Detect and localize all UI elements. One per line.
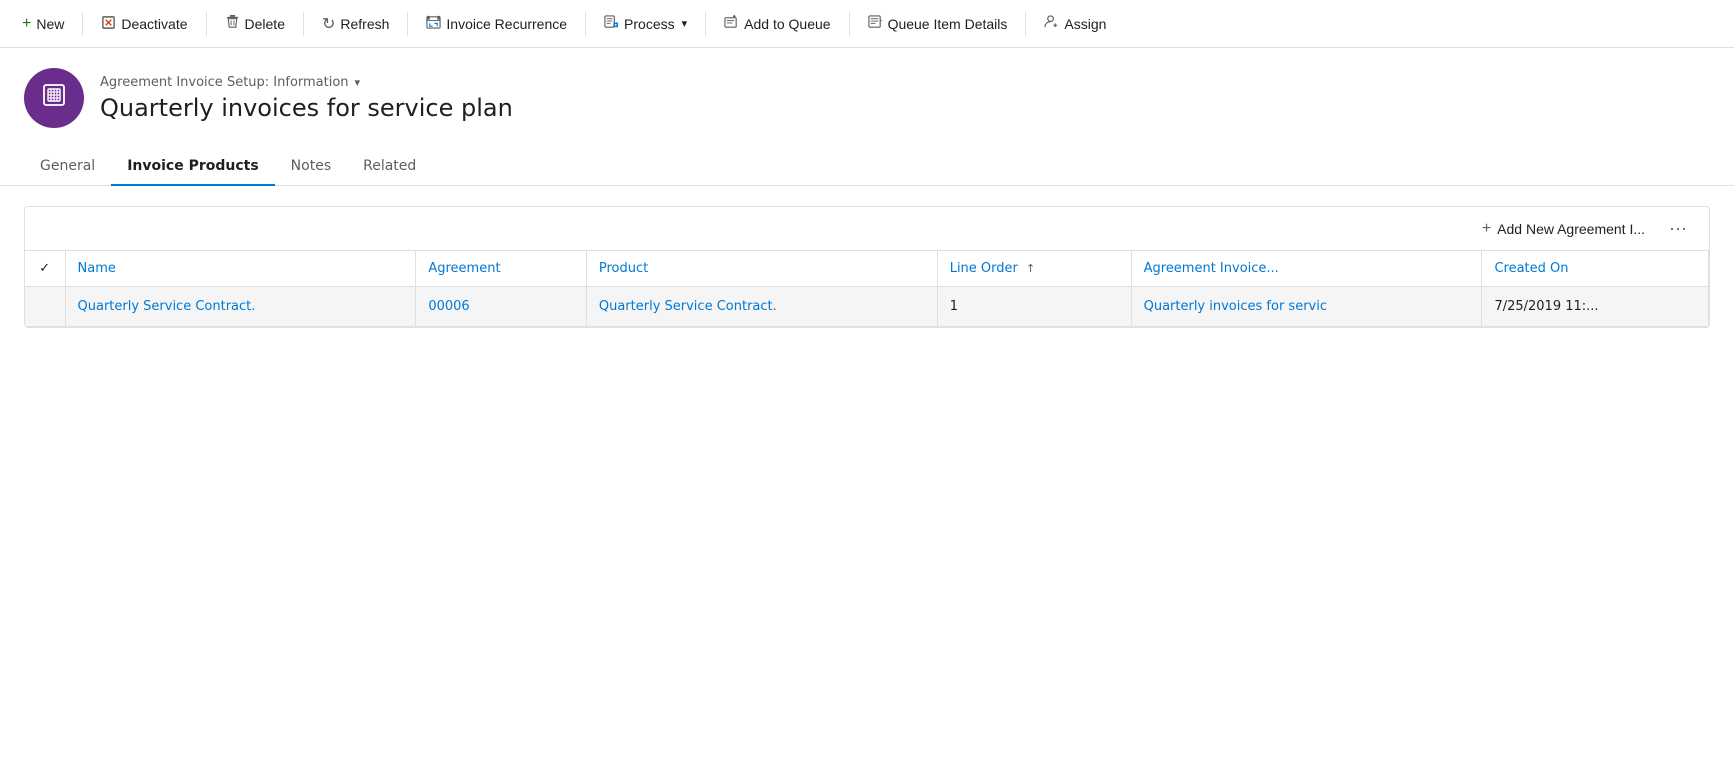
divider-1	[82, 12, 83, 36]
process-chevron-icon: ▾	[682, 17, 688, 30]
refresh-label: Refresh	[340, 16, 389, 32]
row-name-cell[interactable]: Quarterly Service Contract.	[65, 287, 416, 327]
divider-5	[585, 12, 586, 36]
process-label: Process	[624, 16, 675, 32]
divider-7	[849, 12, 850, 36]
add-new-icon: +	[1482, 220, 1491, 238]
content-area: + Add New Agreement I... ··· ✓ Name Agre…	[0, 186, 1734, 348]
invoice-recurrence-label: Invoice Recurrence	[446, 16, 567, 32]
row-agreement-invoice-cell[interactable]: Quarterly invoices for servic	[1131, 287, 1482, 327]
invoice-recurrence-icon	[426, 14, 441, 33]
check-icon: ✓	[39, 261, 50, 276]
queue-item-details-icon	[868, 14, 883, 33]
assign-icon	[1044, 14, 1059, 33]
col-product[interactable]: Product	[586, 251, 937, 287]
deactivate-button[interactable]: Deactivate	[91, 9, 197, 39]
col-agreement-invoice[interactable]: Agreement Invoice...	[1131, 251, 1482, 287]
queue-item-details-button[interactable]: Queue Item Details	[858, 8, 1018, 39]
new-icon: +	[22, 15, 31, 33]
refresh-icon: ↻	[322, 14, 335, 34]
more-options-button[interactable]: ···	[1663, 216, 1693, 241]
divider-8	[1025, 12, 1026, 36]
breadcrumb-chevron-icon: ▾	[355, 76, 361, 89]
row-product-cell[interactable]: Quarterly Service Contract.	[586, 287, 937, 327]
delete-button[interactable]: Delete	[215, 8, 295, 39]
ellipsis-icon: ···	[1669, 218, 1687, 238]
line-order-sort-icon: ↑	[1026, 262, 1035, 275]
add-new-label: Add New Agreement I...	[1497, 221, 1645, 237]
add-to-queue-label: Add to Queue	[744, 16, 830, 32]
col-check[interactable]: ✓	[25, 251, 65, 287]
record-header: Agreement Invoice Setup: Information ▾ Q…	[0, 48, 1734, 138]
deactivate-label: Deactivate	[121, 16, 187, 32]
process-button[interactable]: Process ▾	[594, 8, 697, 39]
table-row[interactable]: Quarterly Service Contract. 00006 Quarte…	[25, 287, 1709, 327]
row-check-cell	[25, 287, 65, 327]
list-header-bar: + Add New Agreement I... ···	[25, 207, 1709, 251]
tab-general[interactable]: General	[24, 148, 111, 186]
delete-label: Delete	[245, 16, 285, 32]
process-icon	[604, 14, 619, 33]
invoice-recurrence-button[interactable]: Invoice Recurrence	[416, 8, 577, 39]
new-label: New	[36, 16, 64, 32]
invoice-products-table: ✓ Name Agreement Product Line Order ↑ Ag…	[25, 251, 1709, 327]
tabs-bar: General Invoice Products Notes Related	[0, 148, 1734, 186]
add-to-queue-icon	[724, 14, 739, 33]
assign-label: Assign	[1064, 16, 1106, 32]
add-to-queue-button[interactable]: Add to Queue	[714, 8, 840, 39]
row-line-order-cell: 1	[937, 287, 1131, 327]
invoice-products-list: + Add New Agreement I... ··· ✓ Name Agre…	[24, 206, 1710, 328]
row-created-on-cell: 7/25/2019 11:...	[1482, 287, 1709, 327]
divider-2	[206, 12, 207, 36]
col-created-on[interactable]: Created On	[1482, 251, 1709, 287]
col-name[interactable]: Name	[65, 251, 416, 287]
divider-3	[303, 12, 304, 36]
refresh-button[interactable]: ↻ Refresh	[312, 8, 399, 40]
tab-notes[interactable]: Notes	[275, 148, 347, 186]
breadcrumb-text: Agreement Invoice Setup: Information	[100, 75, 349, 90]
col-line-order[interactable]: Line Order ↑	[937, 251, 1131, 287]
record-icon	[41, 82, 67, 114]
row-agreement-cell[interactable]: 00006	[416, 287, 587, 327]
add-new-agreement-button[interactable]: + Add New Agreement I...	[1476, 216, 1651, 242]
assign-button[interactable]: Assign	[1034, 8, 1116, 39]
page-title: Quarterly invoices for service plan	[100, 94, 513, 122]
deactivate-icon	[101, 15, 116, 33]
delete-icon	[225, 14, 240, 33]
header-text-block: Agreement Invoice Setup: Information ▾ Q…	[100, 75, 513, 122]
breadcrumb[interactable]: Agreement Invoice Setup: Information ▾	[100, 75, 513, 90]
col-agreement[interactable]: Agreement	[416, 251, 587, 287]
tab-related[interactable]: Related	[347, 148, 432, 186]
divider-6	[705, 12, 706, 36]
tab-invoice-products[interactable]: Invoice Products	[111, 148, 274, 186]
queue-item-details-label: Queue Item Details	[888, 16, 1008, 32]
toolbar: + New Deactivate Delete ↻ Refresh	[0, 0, 1734, 48]
avatar	[24, 68, 84, 128]
divider-4	[407, 12, 408, 36]
new-button[interactable]: + New	[12, 9, 74, 39]
table-header-row: ✓ Name Agreement Product Line Order ↑ Ag…	[25, 251, 1709, 287]
